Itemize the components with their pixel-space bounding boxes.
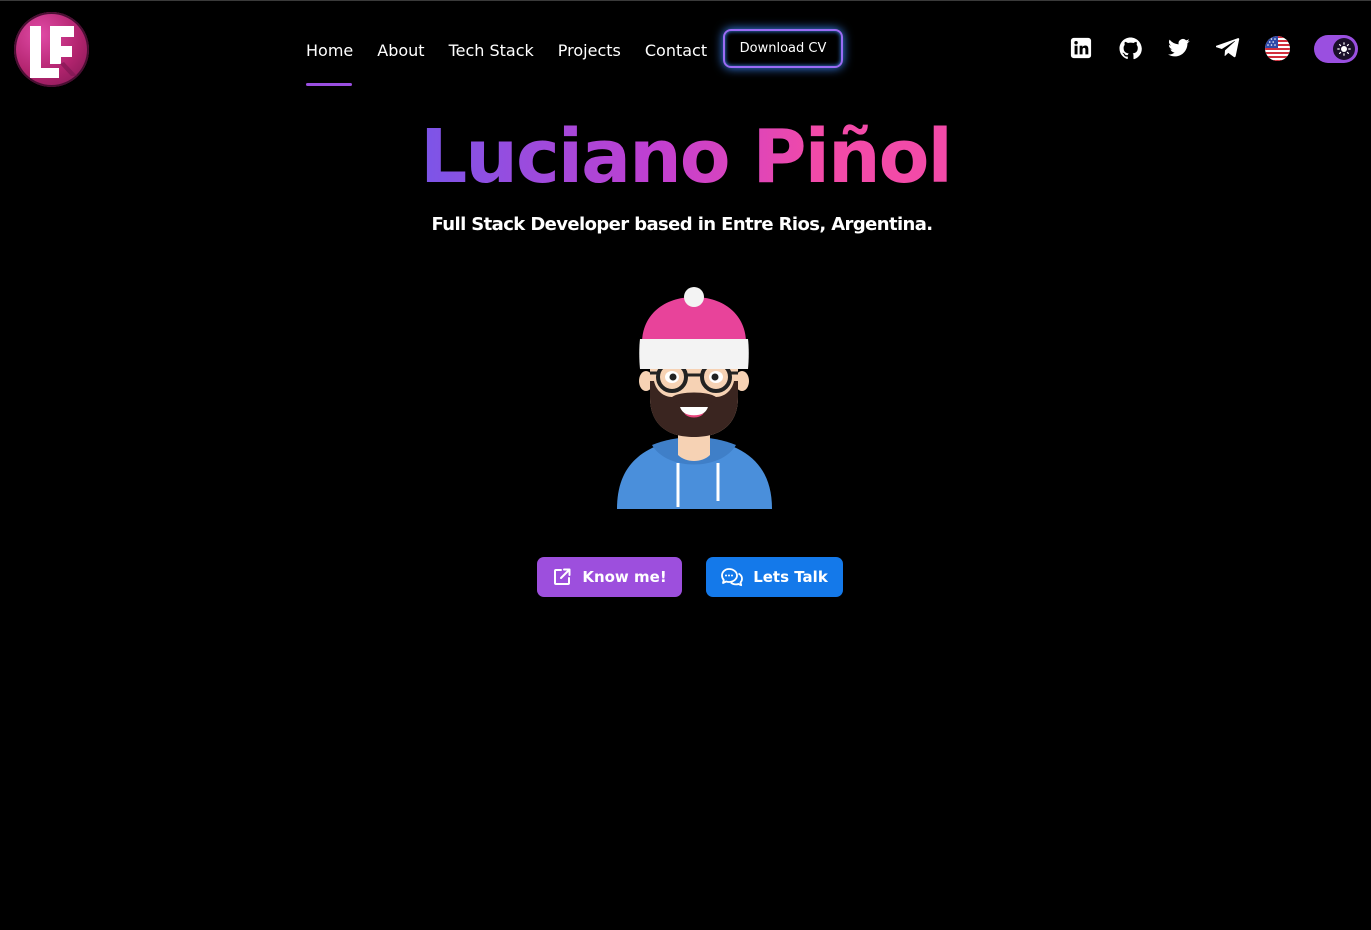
lets-talk-button[interactable]: Lets Talk	[706, 557, 843, 597]
twitter-icon[interactable]	[1167, 36, 1191, 60]
nav-item-home[interactable]: Home	[306, 41, 353, 60]
nav-item-about[interactable]: About	[377, 41, 424, 60]
external-link-icon	[552, 567, 572, 587]
sun-icon	[1337, 42, 1351, 56]
nav-active-indicator	[306, 83, 352, 86]
chat-bubbles-icon	[721, 567, 744, 587]
theme-toggle[interactable]	[1314, 35, 1358, 63]
lets-talk-label: Lets Talk	[753, 568, 828, 586]
avatar-illustration	[617, 287, 772, 509]
main-nav: Home About Tech Stack Projects Contact	[306, 38, 731, 62]
know-me-label: Know me!	[582, 568, 667, 586]
know-me-button[interactable]: Know me!	[537, 557, 682, 597]
hero-title: Luciano Piñol	[0, 112, 1371, 202]
nav-item-contact[interactable]: Contact	[645, 41, 707, 60]
telegram-icon[interactable]	[1216, 36, 1240, 60]
us-flag-icon[interactable]	[1265, 36, 1290, 61]
site-logo[interactable]	[14, 12, 89, 87]
hero-title-text: Luciano Piñol	[420, 114, 953, 200]
github-icon[interactable]	[1118, 36, 1142, 60]
download-cv-button[interactable]: Download CV	[723, 29, 843, 68]
top-border	[0, 0, 1371, 1]
logo-monogram-icon	[30, 26, 77, 78]
hero-subtitle: Full Stack Developer based in Entre Rios…	[431, 214, 933, 235]
linkedin-icon[interactable]	[1069, 36, 1093, 60]
nav-item-projects[interactable]: Projects	[558, 41, 621, 60]
theme-toggle-knob	[1333, 38, 1355, 60]
nav-item-tech-stack[interactable]: Tech Stack	[449, 41, 534, 60]
